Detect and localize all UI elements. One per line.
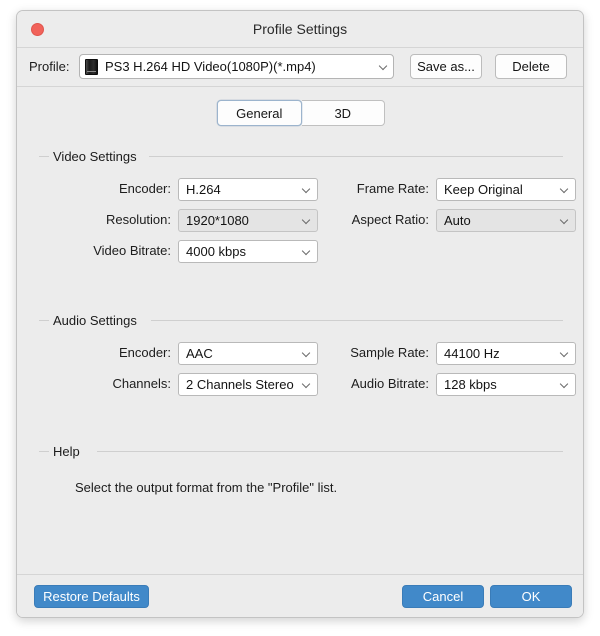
chevron-down-icon bbox=[561, 216, 570, 225]
help-header: Help bbox=[39, 444, 563, 459]
rule-left bbox=[39, 451, 49, 452]
audio-settings-group: Audio Settings Encoder: AAC Channels: 2 … bbox=[39, 313, 576, 396]
video-encoder-field: Encoder: H.264 bbox=[119, 178, 318, 201]
rule-left bbox=[39, 156, 49, 157]
audio-encoder-select[interactable]: AAC bbox=[178, 342, 318, 365]
tab-3d[interactable]: 3D bbox=[301, 100, 385, 126]
title-bar: Profile Settings bbox=[17, 11, 583, 48]
video-encoder-select[interactable]: H.264 bbox=[178, 178, 318, 201]
audio-encoder-label: Encoder: bbox=[118, 345, 171, 360]
video-resolution-select[interactable]: 1920*1080 bbox=[178, 209, 318, 232]
sample-rate-value: 44100 Hz bbox=[444, 346, 500, 361]
chevron-down-icon bbox=[561, 185, 570, 194]
audio-settings-legend: Audio Settings bbox=[53, 313, 137, 328]
profile-label: Profile: bbox=[29, 59, 70, 74]
frame-rate-value: Keep Original bbox=[444, 182, 523, 197]
dialog-footer: Restore Defaults Cancel OK bbox=[17, 574, 583, 617]
restore-defaults-button[interactable]: Restore Defaults bbox=[34, 585, 149, 608]
rule-left bbox=[39, 320, 49, 321]
video-settings-header: Video Settings bbox=[39, 149, 563, 164]
frame-rate-label: Frame Rate: bbox=[356, 181, 429, 196]
help-group: Help Select the output format from the "… bbox=[39, 444, 563, 495]
aspect-ratio-field: Aspect Ratio: Auto bbox=[352, 209, 576, 232]
video-resolution-label: Resolution: bbox=[105, 212, 171, 227]
help-text: Select the output format from the "Profi… bbox=[75, 480, 338, 495]
audio-encoder-field: Encoder: AAC bbox=[119, 342, 318, 365]
aspect-ratio-value: Auto bbox=[444, 213, 471, 228]
video-bitrate-select[interactable]: 4000 kbps bbox=[178, 240, 318, 263]
tab-bar: General 3D bbox=[217, 100, 385, 126]
chevron-down-icon bbox=[303, 349, 312, 358]
audio-channels-label: Channels: bbox=[112, 376, 171, 391]
video-bitrate-field: Video Bitrate: 4000 kbps bbox=[93, 240, 318, 263]
aspect-ratio-select[interactable]: Auto bbox=[436, 209, 576, 232]
ps3-console-icon bbox=[85, 58, 98, 75]
aspect-ratio-label: Aspect Ratio: bbox=[351, 212, 429, 227]
video-encoder-value: H.264 bbox=[186, 182, 221, 197]
profile-bar: Profile: PS3 H.264 HD Video(1080P)(*.mp4… bbox=[17, 48, 583, 87]
profile-select[interactable]: PS3 H.264 HD Video(1080P)(*.mp4) bbox=[79, 54, 394, 79]
video-bitrate-value: 4000 kbps bbox=[186, 244, 246, 259]
rule-right bbox=[149, 156, 563, 157]
video-resolution-value: 1920*1080 bbox=[186, 213, 249, 228]
video-settings-legend: Video Settings bbox=[53, 149, 137, 164]
cancel-button[interactable]: Cancel bbox=[402, 585, 484, 608]
ok-button[interactable]: OK bbox=[490, 585, 572, 608]
frame-rate-select[interactable]: Keep Original bbox=[436, 178, 576, 201]
sample-rate-field: Sample Rate: 44100 Hz bbox=[350, 342, 576, 365]
chevron-down-icon bbox=[303, 247, 312, 256]
audio-bitrate-value: 128 kbps bbox=[444, 377, 497, 392]
audio-channels-value: 2 Channels Stereo bbox=[186, 377, 294, 392]
sample-rate-label: Sample Rate: bbox=[350, 345, 429, 360]
chevron-down-icon bbox=[303, 380, 312, 389]
chevron-down-icon bbox=[561, 380, 570, 389]
save-as-button[interactable]: Save as... bbox=[410, 54, 482, 79]
chevron-down-icon bbox=[303, 185, 312, 194]
video-resolution-field: Resolution: 1920*1080 bbox=[106, 209, 318, 232]
window-title: Profile Settings bbox=[252, 21, 348, 37]
chevron-down-icon bbox=[561, 349, 570, 358]
video-encoder-label: Encoder: bbox=[118, 181, 171, 196]
dialog-body: General 3D Video Settings Encoder: H.264… bbox=[17, 87, 583, 617]
profile-select-value: PS3 H.264 HD Video(1080P)(*.mp4) bbox=[105, 59, 316, 74]
chevron-down-icon bbox=[380, 62, 389, 71]
delete-button[interactable]: Delete bbox=[495, 54, 567, 79]
rule-right bbox=[151, 320, 563, 321]
tab-general[interactable]: General bbox=[217, 100, 302, 126]
video-settings-group: Video Settings Encoder: H.264 Resolution… bbox=[39, 149, 576, 263]
profile-settings-window: Profile Settings Profile: PS3 H.264 HD V… bbox=[16, 10, 584, 618]
audio-encoder-value: AAC bbox=[186, 346, 213, 361]
audio-settings-header: Audio Settings bbox=[39, 313, 563, 328]
audio-bitrate-field: Audio Bitrate: 128 kbps bbox=[351, 373, 576, 396]
video-bitrate-label: Video Bitrate: bbox=[93, 243, 171, 258]
audio-bitrate-select[interactable]: 128 kbps bbox=[436, 373, 576, 396]
chevron-down-icon bbox=[303, 216, 312, 225]
help-legend: Help bbox=[53, 444, 80, 459]
frame-rate-field: Frame Rate: Keep Original bbox=[357, 178, 576, 201]
audio-channels-field: Channels: 2 Channels Stereo bbox=[112, 373, 318, 396]
audio-bitrate-label: Audio Bitrate: bbox=[350, 376, 429, 391]
sample-rate-select[interactable]: 44100 Hz bbox=[436, 342, 576, 365]
audio-channels-select[interactable]: 2 Channels Stereo bbox=[178, 373, 318, 396]
rule-right bbox=[97, 451, 563, 452]
